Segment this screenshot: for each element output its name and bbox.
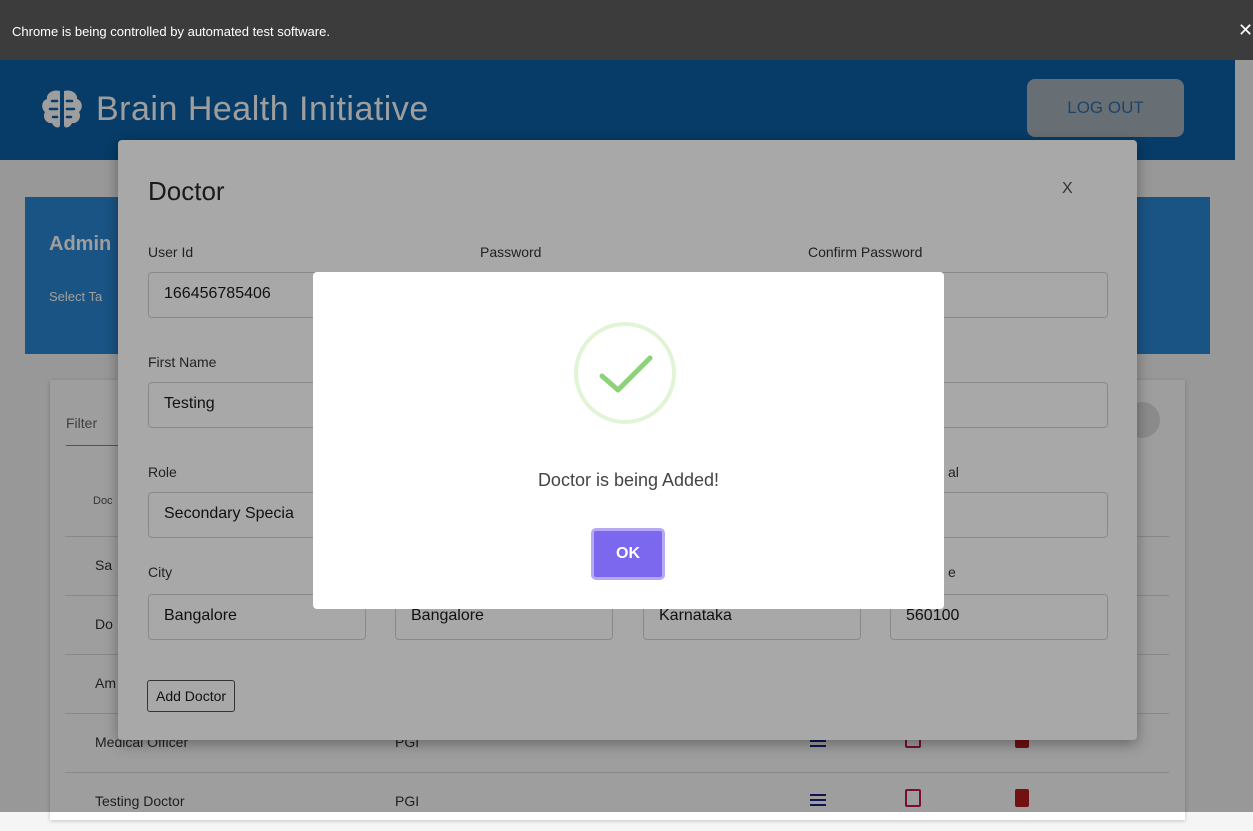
user-id-label: User Id [148,244,194,260]
success-dialog: Doctor is being Added! OK [313,272,944,609]
infobar-close-icon[interactable]: ✕ [1238,20,1253,41]
first-name-label: First Name [148,354,217,370]
role-label: Role [148,464,177,480]
doctor-modal-title: Doctor [148,176,225,206]
password-label: Password [480,244,542,260]
success-check-icon [574,322,676,424]
pincode-label-partial: e [948,564,956,580]
role-right-label-partial: al [948,464,959,480]
add-doctor-button[interactable]: Add Doctor [147,680,236,712]
automation-infobar: Chrome is being controlled by automated … [0,0,1253,60]
ok-button[interactable]: OK [591,528,665,580]
success-message: Doctor is being Added! [537,470,720,490]
doctor-modal-close-button[interactable]: X [1062,180,1073,198]
infobar-message: Chrome is being controlled by automated … [12,24,330,39]
confirm-password-label: Confirm Password [808,244,923,260]
city-label: City [148,564,173,580]
